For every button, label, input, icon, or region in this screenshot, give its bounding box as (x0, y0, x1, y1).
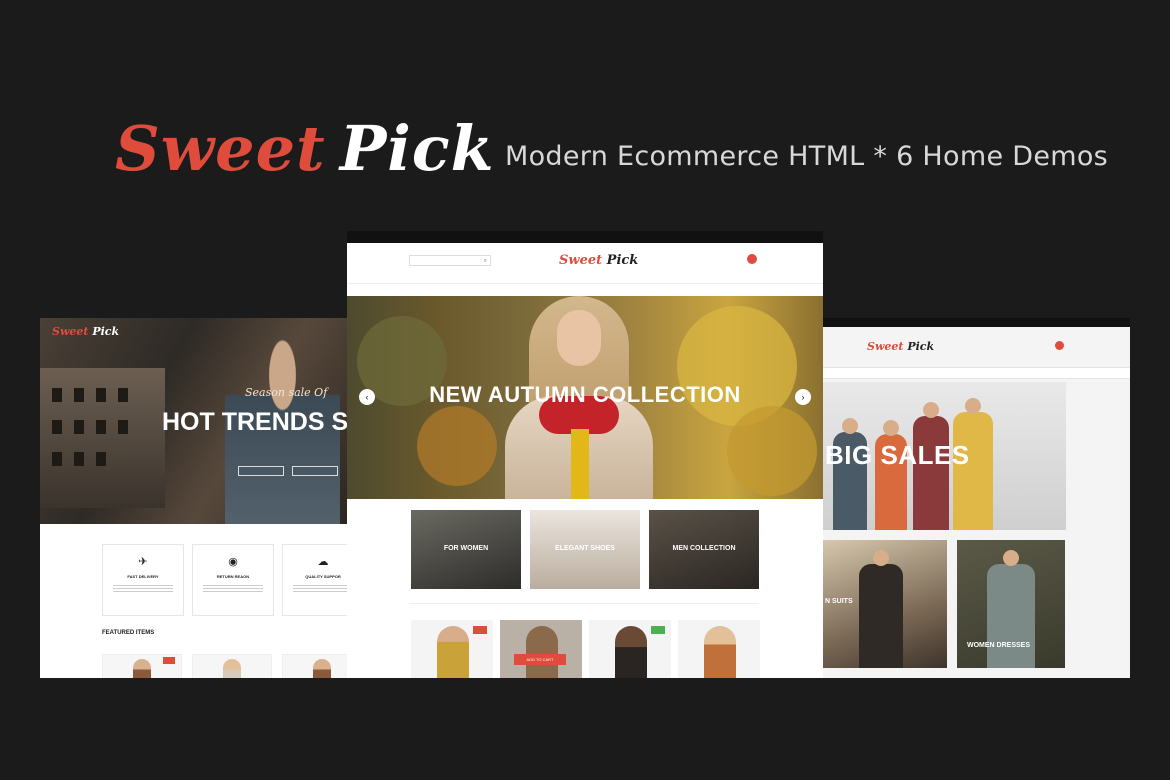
foliage (727, 406, 817, 496)
cart-icon[interactable] (1055, 341, 1064, 350)
left-nav-item[interactable] (164, 329, 168, 334)
category-card-men[interactable]: MEN COLLECTION (649, 510, 759, 589)
center-topbar (347, 231, 823, 243)
tagline: Modern Ecommerce HTML * 6 Home Demos (505, 141, 1109, 172)
left-hero-button[interactable] (292, 466, 338, 476)
product-image (133, 659, 151, 678)
center-demo-screenshot: ⌕ Sweet Pick NEW AUTUMN COLLECTION ‹ › F… (347, 231, 823, 678)
left-nav: Sweet Pick (40, 318, 370, 344)
product-image (526, 626, 558, 678)
right-logo[interactable]: Sweet Pick (867, 340, 934, 353)
product-card[interactable] (411, 620, 493, 678)
product-image (313, 659, 331, 678)
left-hero-subtitle: Season sale Of (245, 386, 328, 399)
category-label: FOR WOMEN (443, 545, 489, 552)
left-nav-item[interactable] (148, 329, 152, 334)
product-image (704, 626, 736, 678)
product-card[interactable] (678, 620, 760, 678)
brand-logo-sweet: Sweet (115, 112, 326, 185)
search-input[interactable]: ⌕ (409, 255, 491, 266)
head-shape (842, 418, 858, 434)
brand-logo: Sweet Pick (115, 112, 495, 185)
slider-prev-icon[interactable]: ‹ (359, 389, 375, 405)
feature-title: FAST DELIVERY (127, 574, 159, 579)
category-label: MEN COLLECTION (672, 545, 736, 552)
add-to-cart-button[interactable]: ADD TO CART (514, 654, 566, 665)
shop-now-button[interactable] (563, 418, 603, 429)
center-logo[interactable]: Sweet Pick (559, 253, 638, 268)
head-shape (873, 550, 889, 566)
right-topbar (823, 318, 1130, 327)
eye-icon: ◉ (228, 556, 238, 568)
product-card[interactable] (589, 620, 671, 678)
slider-next-icon[interactable]: › (795, 389, 811, 405)
scarf-tail (571, 426, 589, 499)
center-header: ⌕ Sweet Pick (347, 243, 823, 283)
person-figure (859, 550, 903, 668)
right-hero-image: BIG SALES (823, 382, 1066, 530)
right-demo-screenshot: Sweet Pick BIG SALES N SUITS WOMEN DRESS… (823, 318, 1130, 678)
feature-box: ◉ RETURN REAON (192, 544, 274, 616)
product-image (437, 626, 469, 678)
left-nav-item[interactable] (131, 329, 135, 334)
person-figure (987, 550, 1035, 668)
foliage (417, 406, 497, 486)
sale-badge (473, 626, 487, 634)
sale-badge (163, 657, 175, 664)
search-icon[interactable]: ⌕ (484, 257, 487, 266)
product-card[interactable] (192, 654, 272, 678)
category-tile[interactable]: N SUITS (823, 540, 947, 668)
product-image (223, 659, 241, 678)
left-hero-image: Sweet Pick Season sale Of HOT TRENDS SA (40, 318, 370, 524)
category-tile[interactable]: WOMEN DRESSES (957, 540, 1065, 668)
person-figure (913, 402, 949, 530)
feature-text (113, 585, 173, 593)
right-hero-title: BIG SALES (825, 440, 970, 470)
person-figure (953, 398, 993, 530)
left-logo[interactable]: Sweet Pick (52, 325, 119, 338)
head-shape (883, 420, 899, 436)
brand-logo-pick: Pick (339, 112, 495, 185)
product-image (615, 626, 647, 678)
airplane-icon: ✈ (138, 556, 148, 568)
face-shape (557, 310, 601, 366)
category-card-women[interactable]: FOR WOMEN (411, 510, 521, 589)
center-hero-slider: NEW AUTUMN COLLECTION ‹ › (347, 296, 823, 499)
category-label: ELEGANT SHOES (555, 545, 615, 552)
tile-label: WOMEN DRESSES (967, 642, 1031, 649)
head-shape (1003, 550, 1019, 566)
featured-items-heading: FEATURED ITEMS (102, 630, 155, 636)
feature-text (293, 585, 353, 593)
right-menu (823, 367, 1130, 379)
center-hero-title: NEW AUTUMN COLLECTION (429, 382, 741, 407)
head-shape (923, 402, 939, 418)
left-hero-button[interactable] (238, 466, 284, 476)
left-hero-title: HOT TRENDS SA (162, 408, 367, 436)
feature-box: ✈ FAST DELIVERY (102, 544, 184, 616)
center-menu (347, 283, 823, 297)
product-card[interactable]: ADD TO CART (500, 620, 582, 678)
new-badge (651, 626, 665, 634)
category-card-shoes[interactable]: ELEGANT SHOES (530, 510, 640, 589)
left-demo-screenshot: Sweet Pick Season sale Of HOT TRENDS SA … (40, 318, 370, 678)
building-graphic (40, 368, 165, 508)
product-card[interactable] (102, 654, 182, 678)
head-shape (965, 398, 981, 414)
feature-text (203, 585, 263, 593)
feature-title: RETURN REAON (216, 574, 250, 579)
cart-icon[interactable] (747, 254, 757, 264)
tile-label: N SUITS (825, 598, 853, 605)
product-tabs (409, 603, 759, 607)
